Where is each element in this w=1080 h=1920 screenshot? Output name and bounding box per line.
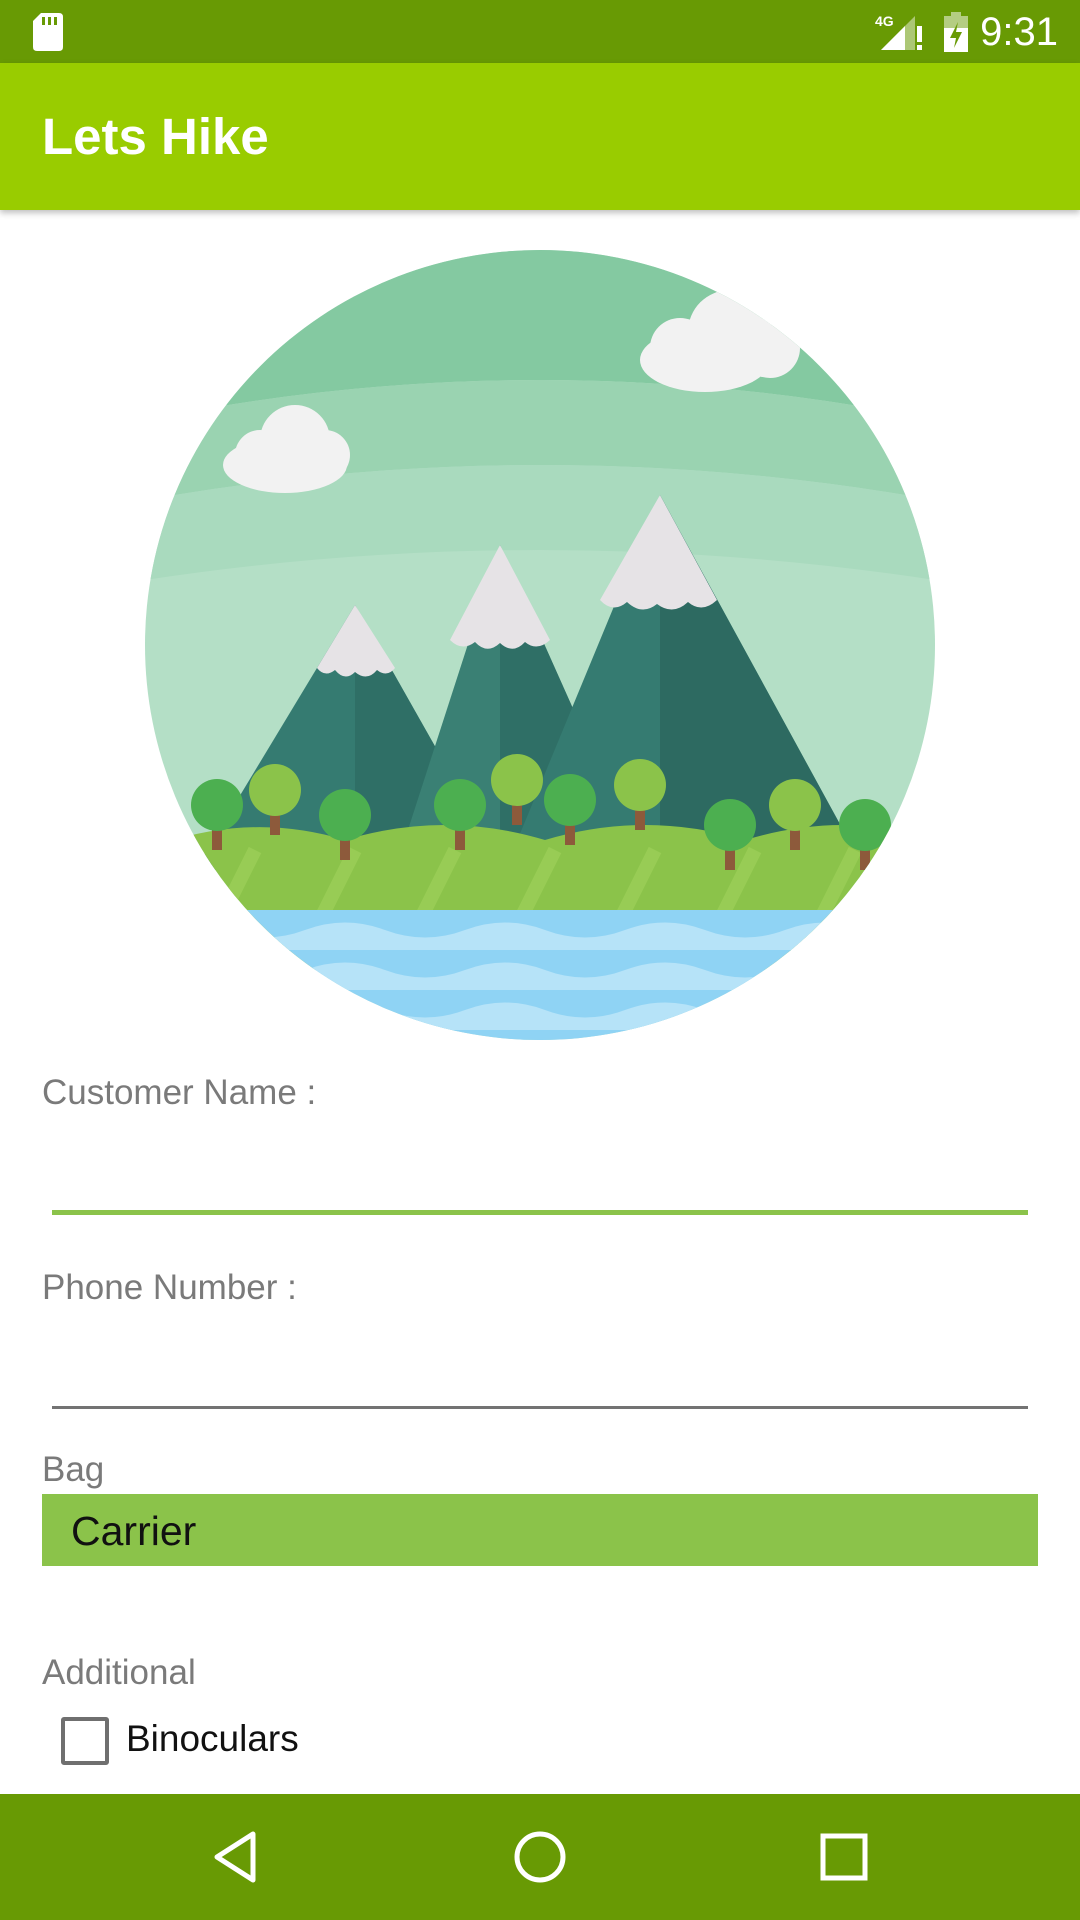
back-icon[interactable]	[203, 1822, 273, 1892]
battery-charging-icon	[944, 12, 968, 52]
navigation-bar	[0, 1794, 1080, 1920]
app-bar: Lets Hike	[0, 63, 1080, 210]
sd-card-icon	[33, 13, 63, 51]
customer-name-input[interactable]	[42, 1125, 1038, 1220]
binoculars-label: Binoculars	[126, 1718, 299, 1759]
binoculars-checkbox[interactable]	[61, 1717, 109, 1765]
status-clock: 9:31	[980, 10, 1058, 54]
customer-name-underline	[52, 1210, 1028, 1215]
phone-number-underline	[52, 1406, 1028, 1409]
recents-icon[interactable]	[809, 1822, 879, 1892]
bag-spinner[interactable]: Carrier	[42, 1494, 1038, 1566]
binoculars-checkbox-row[interactable]: Binoculars	[56, 1714, 456, 1768]
page-title: Lets Hike	[42, 108, 269, 165]
network-type-label: 4G	[875, 13, 894, 29]
bag-label: Bag	[42, 1450, 105, 1489]
mountain-landscape-illustration	[145, 250, 935, 1040]
phone-number-label: Phone Number :	[42, 1268, 297, 1307]
status-bar: 4G 9:31	[0, 0, 1080, 63]
additional-label: Additional	[42, 1653, 196, 1692]
customer-name-label: Customer Name :	[42, 1073, 317, 1112]
signal-icon: 4G	[875, 13, 922, 50]
bag-selected-value: Carrier	[71, 1508, 197, 1554]
home-icon[interactable]	[505, 1822, 575, 1892]
phone-number-input[interactable]	[42, 1320, 1038, 1415]
